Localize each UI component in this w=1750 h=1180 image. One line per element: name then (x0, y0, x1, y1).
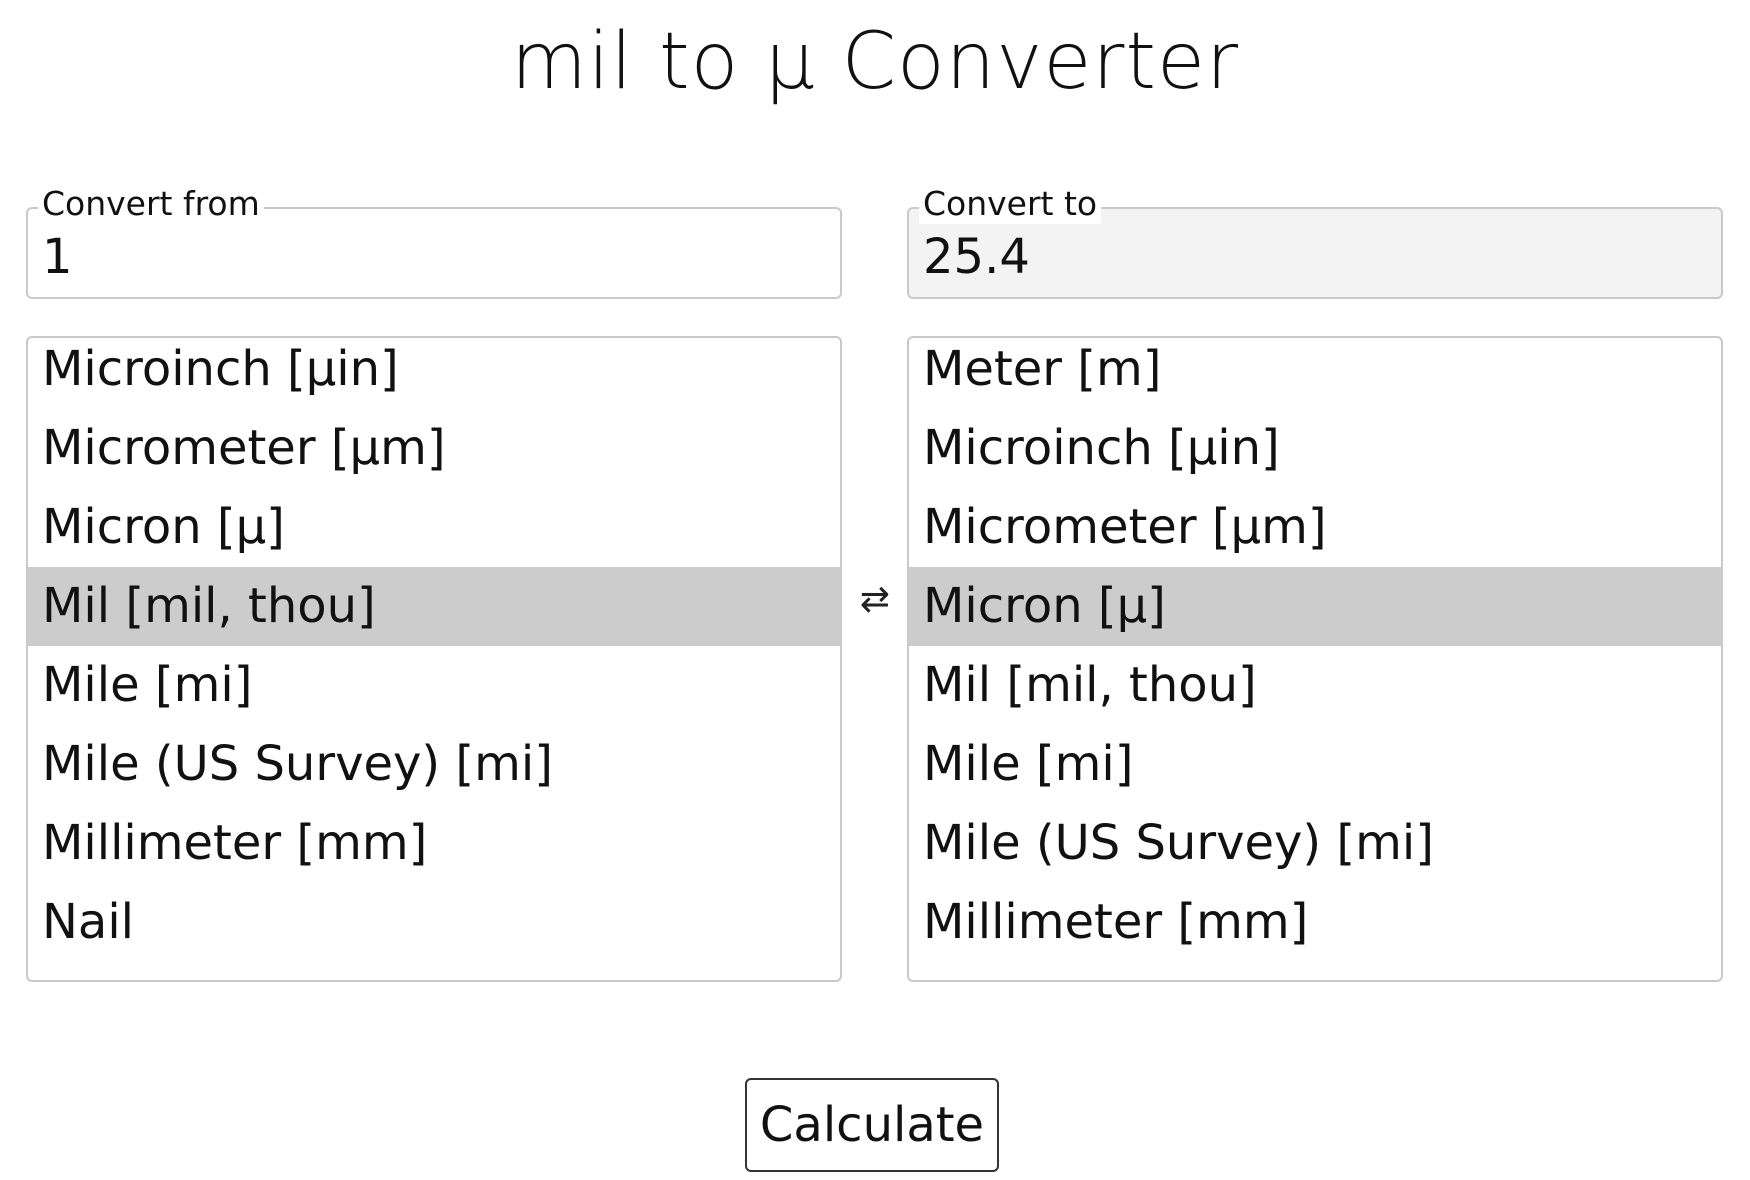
from-unit-list[interactable]: Microinch [µin] Micrometer [µm] Micron [… (26, 336, 842, 982)
swap-units-icon[interactable]: ⇄ (855, 576, 895, 624)
to-unit-option[interactable]: Mile (US Survey) [mi] (909, 804, 1721, 883)
from-unit-option[interactable]: Micrometer [µm] (28, 409, 840, 488)
to-unit-option[interactable]: Meter [m] (909, 338, 1721, 409)
to-unit-option[interactable]: Micrometer [µm] (909, 488, 1721, 567)
converter-page: mil to µ Converter Convert from Convert … (0, 0, 1750, 1180)
to-unit-option[interactable]: Micron [µ] (909, 567, 1721, 646)
convert-to-field: Convert to (907, 184, 1723, 299)
to-unit-option[interactable]: Millimeter [mm] (909, 883, 1721, 962)
from-unit-option[interactable]: Millimeter [mm] (28, 804, 840, 883)
convert-to-label: Convert to (919, 184, 1102, 224)
convert-from-field[interactable]: Convert from (26, 184, 842, 299)
from-unit-option[interactable]: Mile [mi] (28, 646, 840, 725)
convert-from-input[interactable] (42, 227, 822, 287)
from-unit-option[interactable]: Mile (US Survey) [mi] (28, 725, 840, 804)
convert-from-label: Convert from (38, 184, 264, 224)
to-unit-option[interactable]: Microinch [µin] (909, 409, 1721, 488)
calculate-button[interactable]: Calculate (745, 1078, 999, 1172)
page-title: mil to µ Converter (510, 17, 1240, 107)
from-unit-option[interactable]: Microinch [µin] (28, 338, 840, 409)
from-unit-option[interactable]: Mil [mil, thou] (28, 567, 840, 646)
from-unit-option[interactable]: Nail (28, 883, 840, 962)
to-unit-option[interactable]: Mile [mi] (909, 725, 1721, 804)
to-unit-list[interactable]: Meter [m] Microinch [µin] Micrometer [µm… (907, 336, 1723, 982)
to-unit-option[interactable]: Mil [mil, thou] (909, 646, 1721, 725)
from-unit-option[interactable]: Micron [µ] (28, 488, 840, 567)
convert-to-output (923, 227, 1703, 287)
